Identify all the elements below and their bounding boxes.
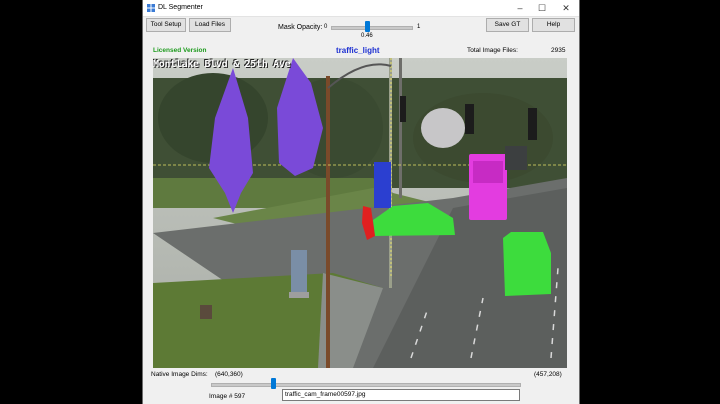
close-button[interactable]: ✕ bbox=[555, 0, 577, 16]
native-dims-value: (640,360) bbox=[215, 371, 243, 378]
opacity-max-label: 1 bbox=[417, 24, 421, 30]
traffic-camera-image bbox=[153, 58, 567, 368]
help-button[interactable]: Help bbox=[532, 18, 575, 32]
camera-location-caption: Montlake Blvd & 25th Ave bbox=[153, 59, 291, 70]
native-dims-label: Native Image Dims: bbox=[151, 371, 208, 378]
save-gt-button[interactable]: Save GT bbox=[486, 18, 529, 32]
tool-setup-button[interactable]: Tool Setup bbox=[146, 18, 186, 32]
window-title: DL Segmenter bbox=[158, 4, 203, 11]
selected-class-label: traffic_light bbox=[336, 46, 380, 55]
app-window: DL Segmenter – ☐ ✕ Tool Setup Load Files… bbox=[142, 0, 580, 404]
title-bar: DL Segmenter – ☐ ✕ bbox=[143, 0, 579, 17]
opacity-value: 0.46 bbox=[361, 33, 373, 39]
cursor-coordinates: (457,208) bbox=[534, 371, 562, 378]
maximize-button[interactable]: ☐ bbox=[531, 0, 553, 16]
total-files-value: 2935 bbox=[551, 47, 566, 54]
filename-field[interactable]: traffic_cam_frame00597.jpg bbox=[282, 389, 520, 401]
total-files-label: Total Image Files: bbox=[467, 47, 518, 54]
minimize-button[interactable]: – bbox=[509, 0, 531, 16]
load-files-button[interactable]: Load Files bbox=[189, 18, 231, 32]
license-status: Licensed Version bbox=[153, 47, 207, 54]
frame-slider-thumb[interactable] bbox=[271, 378, 276, 389]
opacity-slider-track[interactable] bbox=[331, 26, 413, 30]
mask-opacity-label: Mask Opacity: bbox=[278, 24, 323, 31]
frame-slider-track[interactable] bbox=[211, 383, 521, 387]
opacity-min-label: 0 bbox=[324, 24, 328, 30]
image-canvas[interactable]: Montlake Blvd & 25th Ave bbox=[153, 58, 567, 368]
image-number-label: Image # 597 bbox=[209, 393, 246, 400]
app-icon bbox=[147, 4, 155, 12]
opacity-slider-thumb[interactable] bbox=[365, 21, 370, 32]
